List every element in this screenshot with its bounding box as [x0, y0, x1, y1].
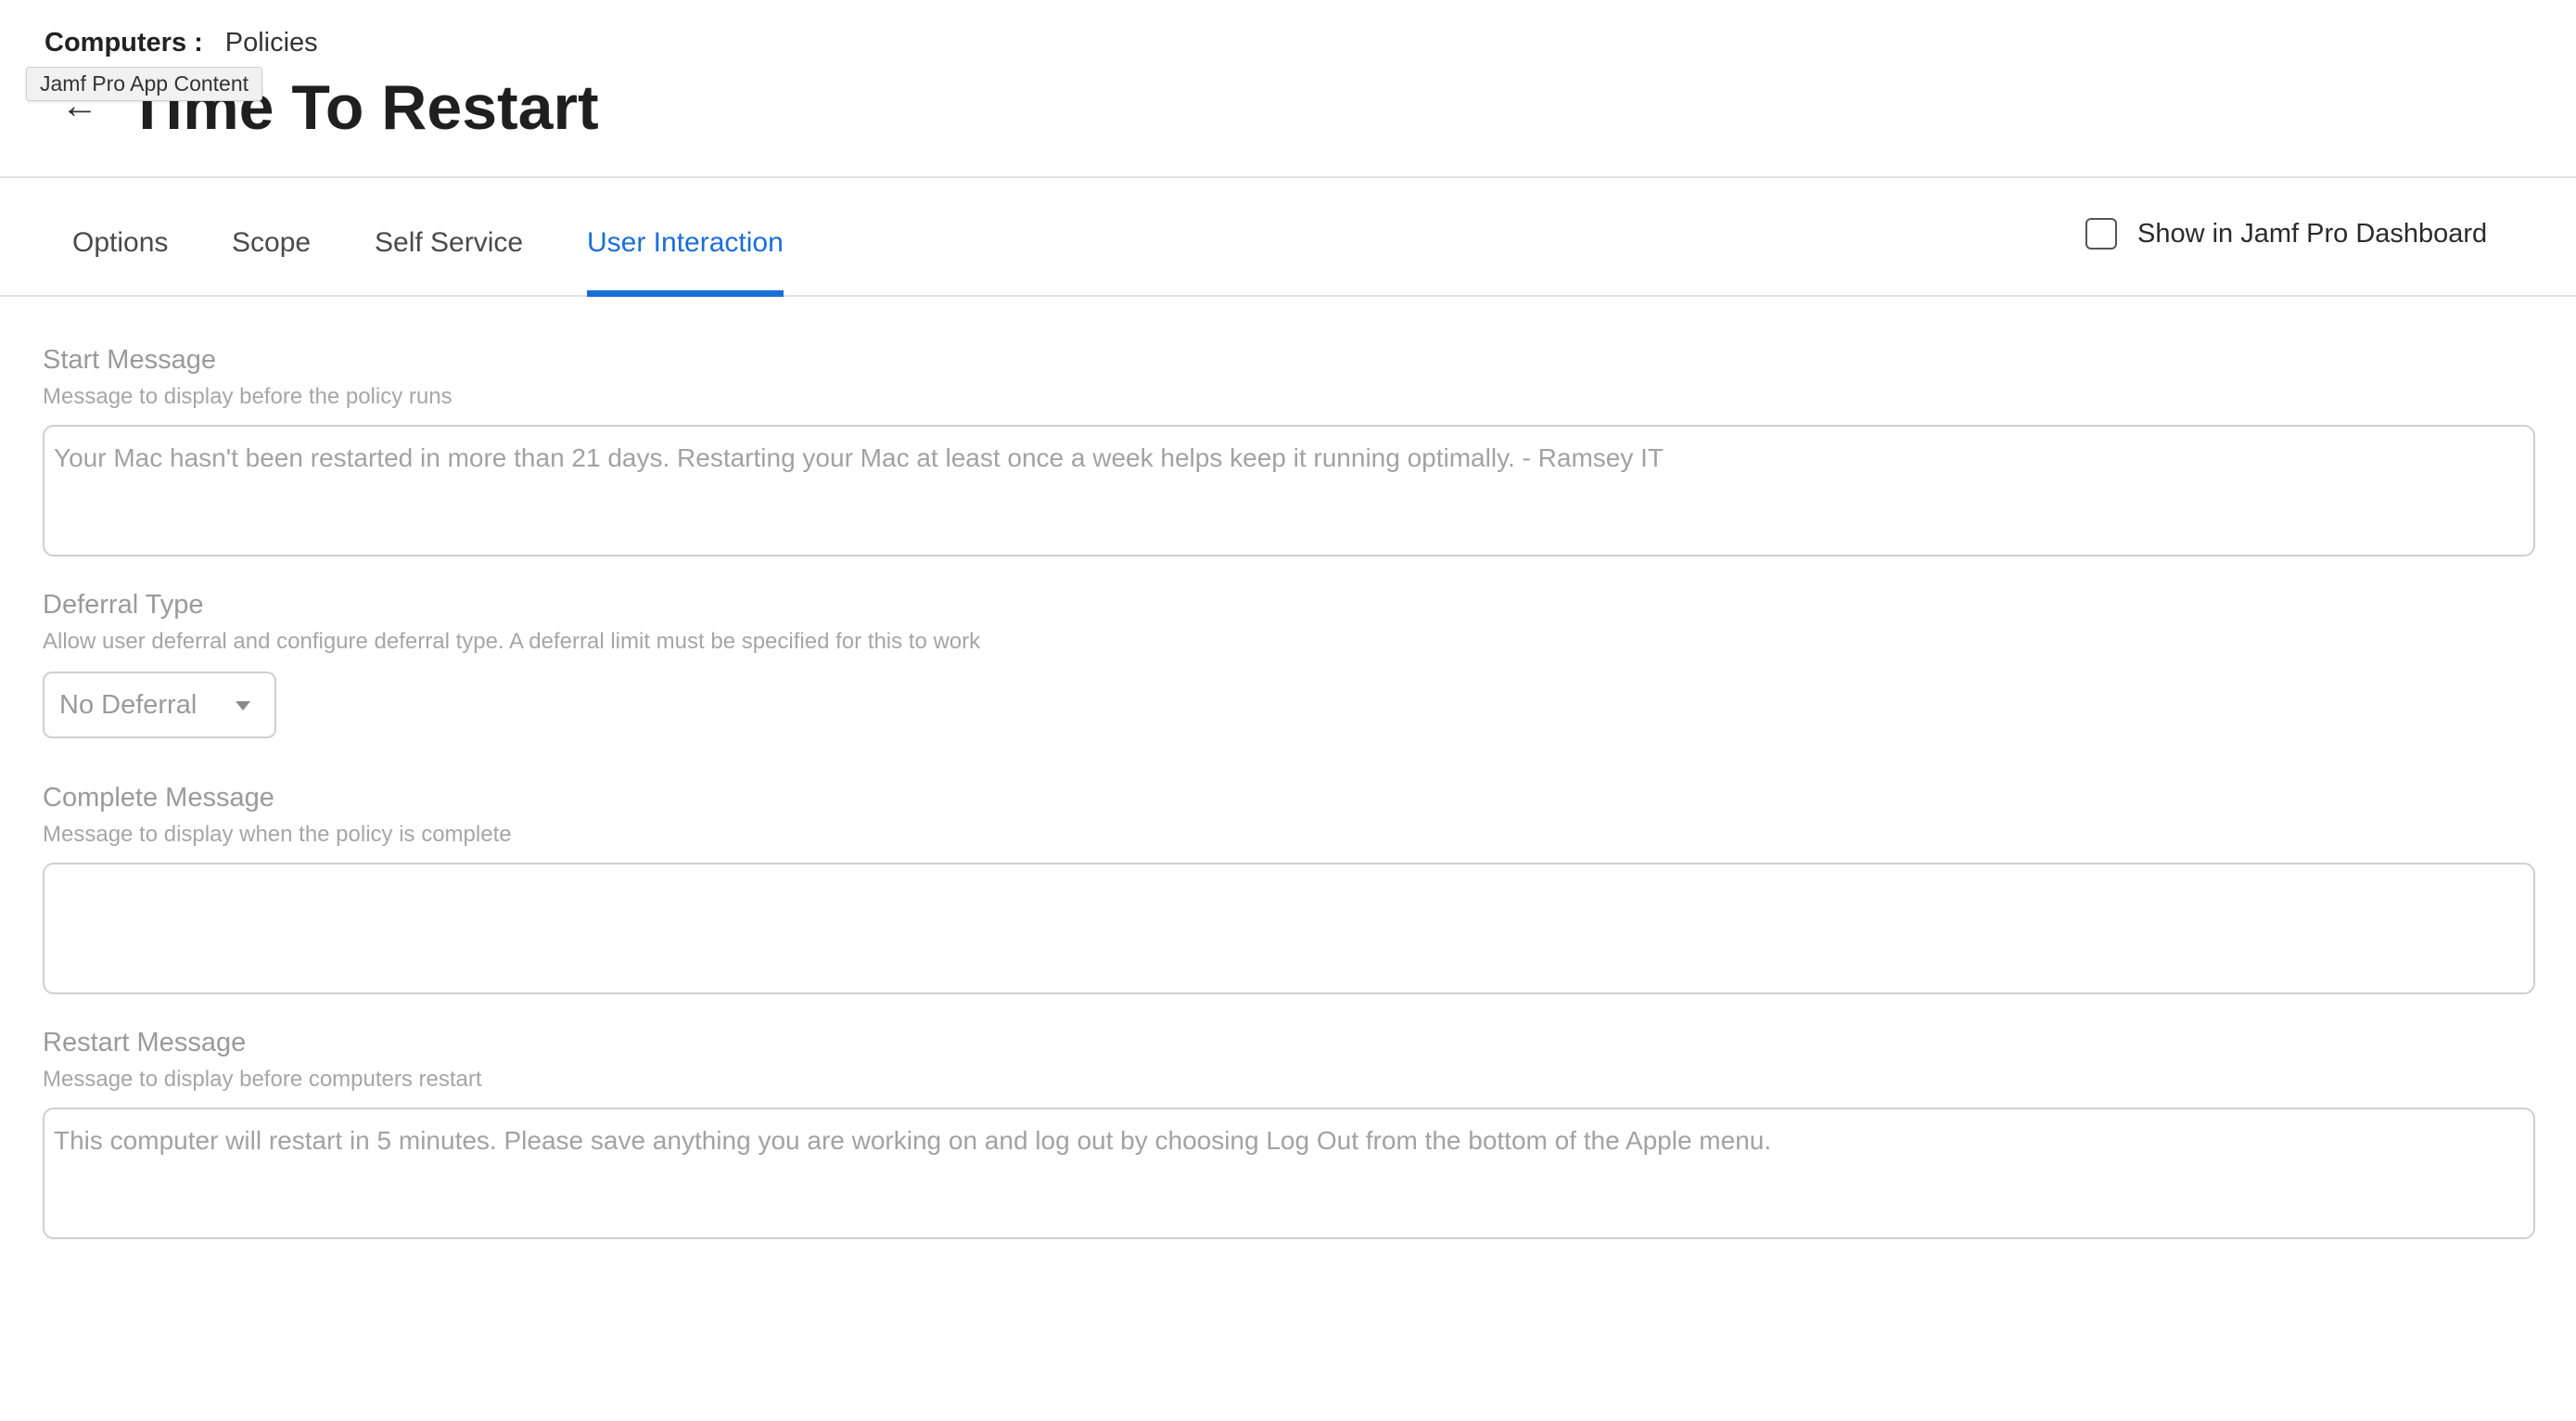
breadcrumb-policies[interactable]: Policies	[225, 28, 318, 58]
deferral-type-selected-value: No Deferral	[59, 690, 198, 720]
restart-message-label: Restart Message	[43, 1028, 247, 1057]
deferral-type-select[interactable]: No Deferral	[43, 672, 276, 738]
show-in-dashboard-label: Show in Jamf Pro Dashboard	[2137, 218, 2488, 249]
start-message-help: Message to display before the policy run…	[43, 384, 453, 409]
deferral-type-help: Allow user deferral and configure deferr…	[43, 629, 981, 654]
breadcrumb-computers[interactable]: Computers	[45, 28, 186, 58]
show-in-dashboard-toggle[interactable]: Show in Jamf Pro Dashboard	[2085, 215, 2487, 252]
chevron-down-icon	[236, 701, 250, 710]
complete-message-textarea[interactable]	[43, 863, 2535, 994]
policy-page: Computers: Policies ← Time To Restart Jam…	[0, 0, 2576, 1421]
restart-message-section: Restart Message Message to display befor…	[43, 1026, 2537, 1239]
breadcrumb-separator: :	[194, 28, 203, 58]
tab-user-interaction[interactable]: User Interaction	[587, 178, 784, 297]
start-message-textarea[interactable]: Your Mac hasn't been restarted in more t…	[43, 425, 2535, 557]
deferral-type-section: Deferral Type Allow user deferral and co…	[43, 588, 2537, 738]
tabs-bar: Options Scope Self Service User Interact…	[0, 178, 2576, 297]
complete-message-help: Message to display when the policy is co…	[43, 822, 512, 847]
restart-message-textarea[interactable]: This computer will restart in 5 minutes.…	[43, 1107, 2535, 1239]
complete-message-label: Complete Message	[43, 783, 274, 813]
complete-message-section: Complete Message Message to display when…	[43, 781, 2537, 994]
deferral-type-label: Deferral Type	[43, 590, 204, 620]
tab-self-service[interactable]: Self Service	[375, 178, 523, 295]
breadcrumb: Computers: Policies	[45, 28, 318, 58]
start-message-section: Start Message Message to display before …	[43, 343, 2537, 557]
page-header: Computers: Policies ← Time To Restart Jam…	[0, 0, 2576, 178]
tab-scope[interactable]: Scope	[232, 178, 311, 295]
restart-message-help: Message to display before computers rest…	[43, 1067, 482, 1092]
show-in-dashboard-checkbox[interactable]	[2085, 218, 2117, 250]
tab-options[interactable]: Options	[72, 178, 168, 295]
start-message-label: Start Message	[43, 345, 216, 375]
tooltip: Jamf Pro App Content	[26, 67, 263, 101]
